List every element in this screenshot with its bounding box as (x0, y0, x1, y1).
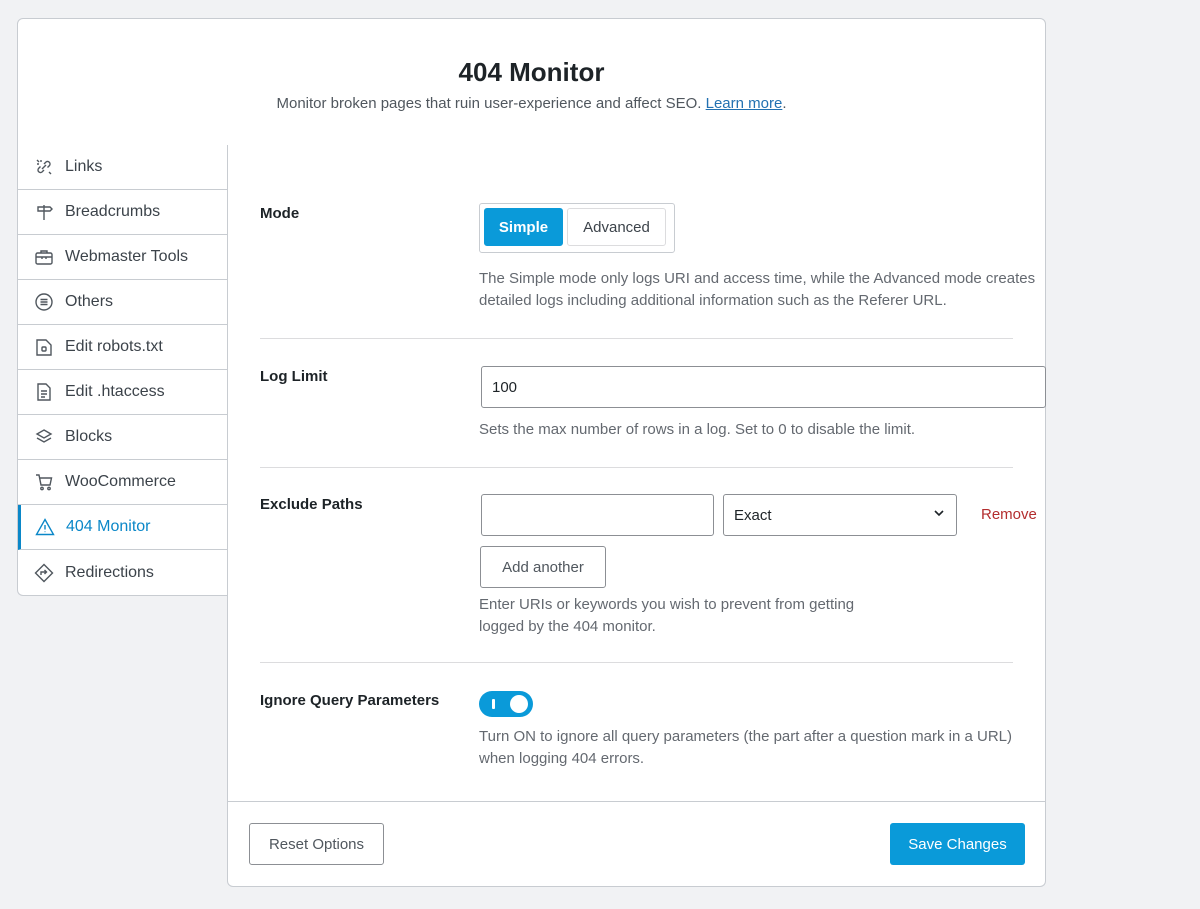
sidebar-item-htaccess[interactable]: Edit .htaccess (18, 370, 228, 415)
match-type-value: Exact (734, 506, 772, 524)
toggle-knob (510, 695, 528, 713)
sidebar-item-woocommerce[interactable]: WooCommerce (18, 460, 228, 505)
mode-setting: Mode Simple Advanced The Simple mode onl… (260, 145, 1035, 338)
sidebar-item-others[interactable]: Others (18, 280, 228, 325)
ignore-query-setting: Ignore Query Parameters Turn ON to ignor… (260, 663, 1013, 801)
sidebar-item-label: Edit robots.txt (65, 338, 163, 355)
robot-file-icon (33, 336, 55, 358)
chevron-down-icon (932, 506, 946, 524)
sidebar-item-label: Webmaster Tools (65, 248, 189, 265)
footer-divider (228, 801, 1045, 802)
log-limit-input[interactable] (481, 366, 1046, 408)
settings-sidebar: Links Breadcrumbs Webmaster Tools Others… (17, 145, 228, 596)
mode-advanced-button[interactable]: Advanced (567, 208, 666, 246)
document-icon (33, 381, 55, 403)
sidebar-item-label: Edit .htaccess (65, 383, 165, 400)
ignore-query-label: Ignore Query Parameters (260, 692, 440, 709)
sidebar-item-label: Links (65, 158, 103, 175)
sidebar-item-label: Blocks (65, 428, 113, 445)
mode-segmented-control: Simple Advanced (479, 203, 675, 253)
remove-path-link[interactable]: Remove (981, 506, 1037, 523)
sidebar-item-label: Redirections (65, 563, 154, 581)
sidebar-item-label: Others (65, 293, 114, 310)
match-type-select[interactable]: Exact (723, 494, 957, 536)
redirect-icon (33, 562, 55, 584)
sidebar-item-redirections[interactable]: Redirections (18, 550, 228, 595)
subtitle-text: Monitor broken pages that ruin user-expe… (276, 95, 702, 112)
toggle-on-indicator (492, 699, 495, 709)
ignore-query-help-text: Turn ON to ignore all query parameters (… (479, 728, 1013, 767)
sidebar-item-label: WooCommerce (65, 473, 176, 490)
exclude-paths-label: Exclude Paths (260, 496, 363, 513)
log-limit-help-text: Sets the max number of rows in a log. Se… (479, 421, 916, 438)
log-limit-label: Log Limit (260, 368, 328, 385)
add-another-button[interactable]: Add another (480, 546, 606, 588)
blocks-icon (33, 426, 55, 448)
exclude-paths-setting: Exclude Paths Exact Remove Add another E… (260, 468, 1037, 662)
page-subtitle: Monitor broken pages that ruin user-expe… (276, 95, 787, 112)
cart-icon (33, 471, 55, 493)
exclude-paths-help-text: Enter URIs or keywords you wish to preve… (479, 596, 855, 635)
mode-label: Mode (260, 205, 300, 222)
sidebar-item-webmaster-tools[interactable]: Webmaster Tools (18, 235, 228, 280)
sidebar-item-robots[interactable]: Edit robots.txt (18, 325, 228, 370)
reset-options-button[interactable]: Reset Options (249, 823, 384, 865)
toolbox-icon (33, 246, 55, 268)
warning-icon (34, 516, 56, 538)
links-icon (33, 156, 55, 178)
sidebar-item-links[interactable]: Links (18, 145, 228, 190)
save-changes-button[interactable]: Save Changes (890, 823, 1025, 865)
sidebar-item-blocks[interactable]: Blocks (18, 415, 228, 460)
list-circle-icon (33, 291, 55, 313)
page-header: 404 Monitor Monitor broken pages that ru… (17, 18, 1046, 146)
sidebar-item-label: Breadcrumbs (65, 203, 161, 220)
signpost-icon (33, 201, 55, 223)
learn-more-link[interactable]: Learn more (706, 95, 783, 112)
page-title: 404 Monitor (458, 57, 605, 87)
mode-simple-button[interactable]: Simple (484, 208, 563, 246)
sidebar-item-breadcrumbs[interactable]: Breadcrumbs (18, 190, 228, 235)
sidebar-item-label: 404 Monitor (66, 518, 151, 535)
sidebar-item-404-monitor[interactable]: 404 Monitor (18, 505, 228, 550)
mode-help-text: The Simple mode only logs URI and access… (479, 270, 1036, 309)
ignore-query-toggle[interactable] (479, 691, 533, 717)
settings-panel: Mode Simple Advanced The Simple mode onl… (227, 145, 1046, 887)
log-limit-setting: Log Limit Sets the max number of rows in… (260, 339, 1046, 467)
exclude-path-input[interactable] (481, 494, 714, 536)
